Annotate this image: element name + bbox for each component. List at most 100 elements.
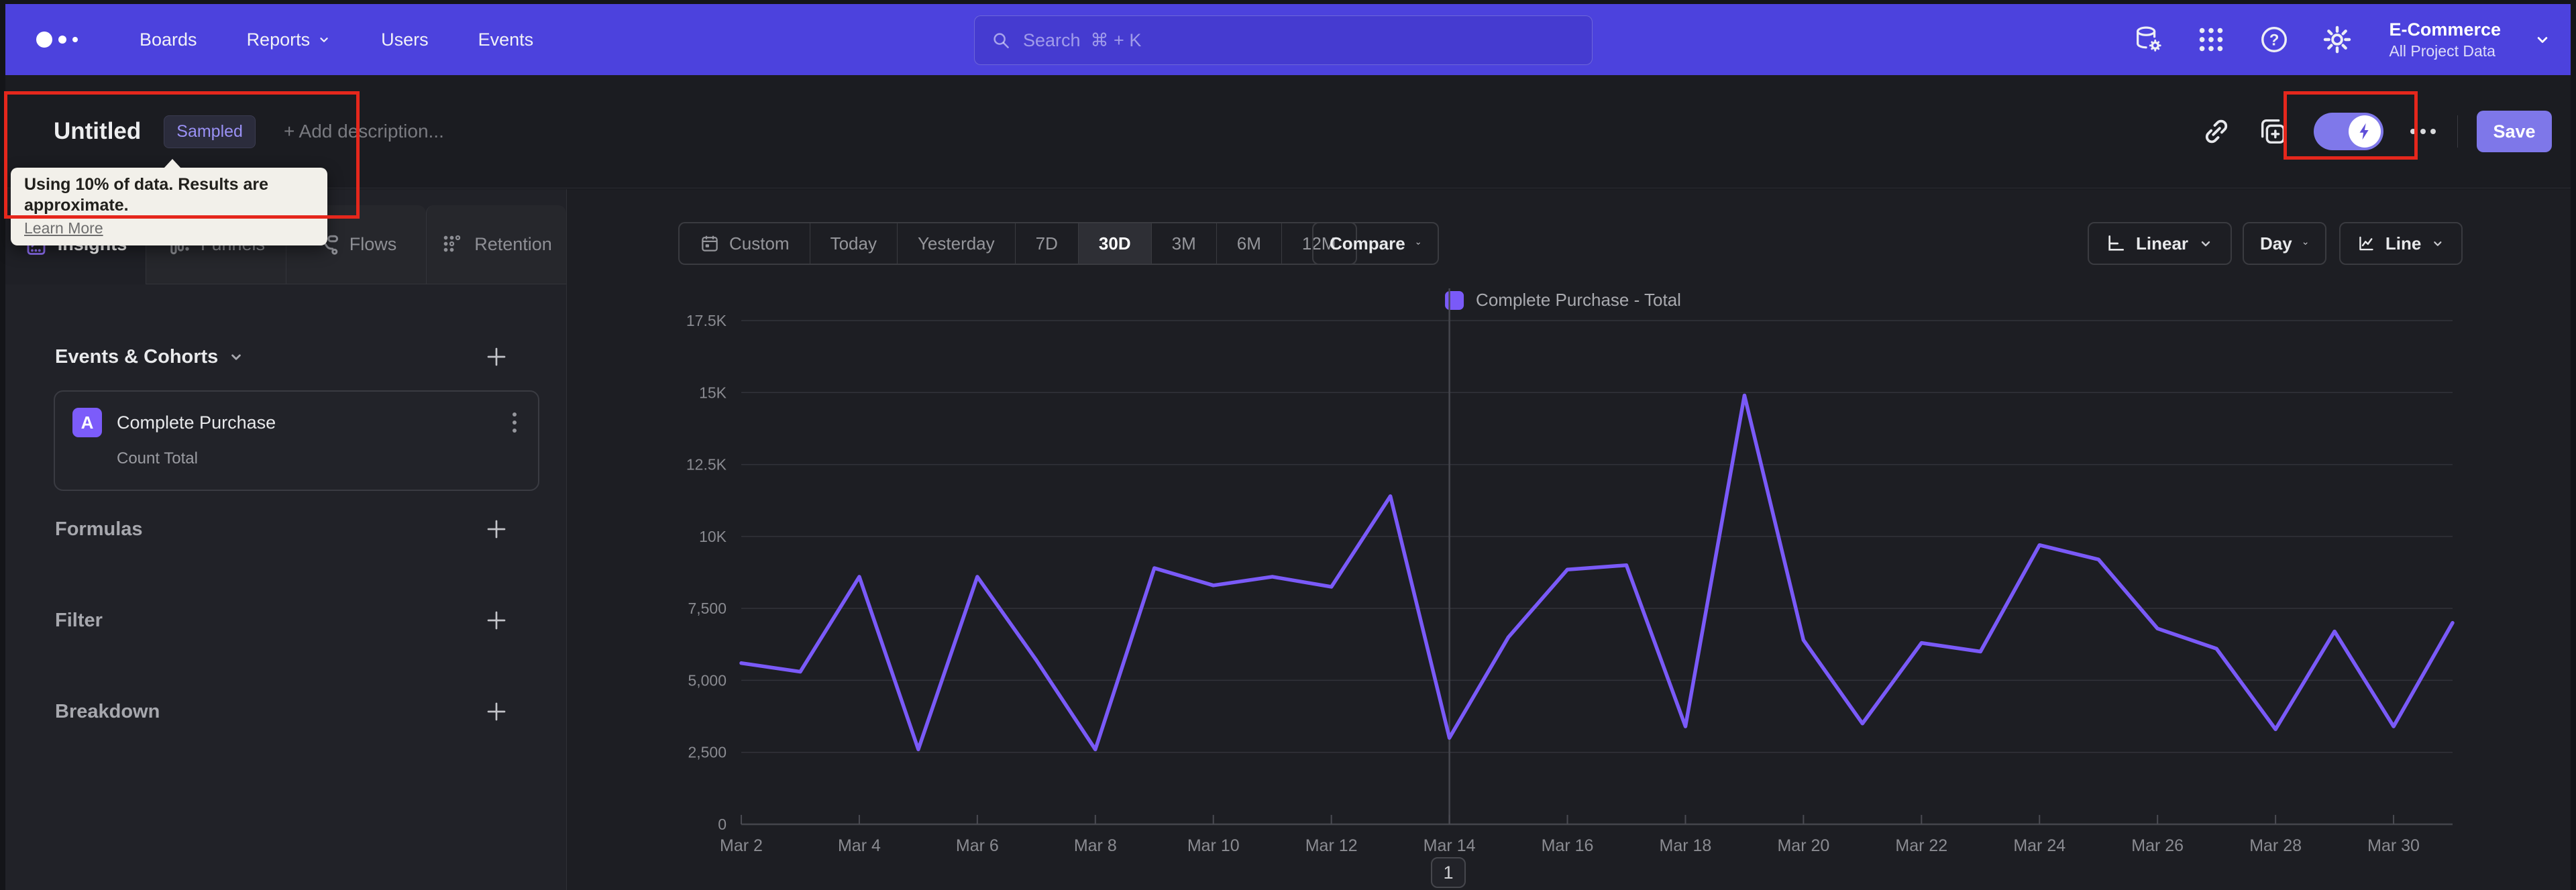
add-to-board-icon[interactable] xyxy=(2257,116,2288,147)
svg-text:Mar 20: Mar 20 xyxy=(1777,836,1829,855)
add-filter-button[interactable] xyxy=(484,608,508,632)
range-3m[interactable]: 3M xyxy=(1150,223,1216,264)
report-title[interactable]: Untitled xyxy=(54,118,141,145)
svg-text:Mar 4: Mar 4 xyxy=(838,836,881,855)
settings-gear-icon[interactable] xyxy=(2322,24,2353,55)
range-label: Yesterday xyxy=(917,233,995,254)
svg-text:Mar 10: Mar 10 xyxy=(1187,836,1240,855)
help-icon[interactable]: ? xyxy=(2259,24,2290,55)
project-scope: All Project Data xyxy=(2389,42,2496,60)
svg-text:5,000: 5,000 xyxy=(688,671,727,689)
copy-link-icon[interactable] xyxy=(2201,116,2232,147)
chevron-down-icon xyxy=(2201,241,2210,247)
logo-dot xyxy=(58,36,66,44)
tab-retention[interactable]: Retention xyxy=(426,205,566,284)
svg-text:Mar 8: Mar 8 xyxy=(1074,836,1117,855)
range-7d[interactable]: 7D xyxy=(1014,223,1078,264)
add-formulas-button[interactable] xyxy=(484,517,508,541)
svg-text:Mar 18: Mar 18 xyxy=(1660,836,1712,855)
svg-text:Mar 26: Mar 26 xyxy=(2131,836,2184,855)
divider xyxy=(2457,115,2458,148)
section-label: Breakdown xyxy=(55,700,160,722)
tab-label: Retention xyxy=(474,234,552,254)
sampling-toggle[interactable] xyxy=(2314,113,2383,150)
range-label: Custom xyxy=(729,233,790,254)
svg-text:Mar 22: Mar 22 xyxy=(1895,836,1947,855)
range-label: 6M xyxy=(1236,233,1261,254)
add-description[interactable]: + Add description... xyxy=(284,121,444,142)
mixpanel-logo-icon[interactable] xyxy=(36,32,78,48)
chevron-down-icon[interactable] xyxy=(2533,30,2552,49)
nav-item-reports[interactable]: Reports xyxy=(247,30,332,50)
linear-scale-icon xyxy=(2108,235,2124,251)
save-button[interactable]: Save xyxy=(2477,111,2552,152)
nav-item-boards[interactable]: Boards xyxy=(140,30,197,50)
range-label: 3M xyxy=(1171,233,1196,254)
event-letter-badge: A xyxy=(72,408,102,437)
range-6m[interactable]: 6M xyxy=(1216,223,1281,264)
lightning-bolt-icon xyxy=(2359,123,2369,140)
range-30d[interactable]: 30D xyxy=(1077,223,1151,264)
nav-menu: Boards Reports Users Events xyxy=(140,30,533,50)
event-menu-button[interactable] xyxy=(508,408,521,437)
section-formulas: Formulas xyxy=(55,515,508,543)
svg-text:Mar 16: Mar 16 xyxy=(1542,836,1594,855)
interval-dropdown[interactable]: Day xyxy=(2243,222,2326,265)
events-cohorts-header: Events & Cohorts xyxy=(55,345,508,369)
more-options-button[interactable] xyxy=(2408,122,2438,141)
svg-text:2,500: 2,500 xyxy=(688,744,727,761)
chart-type-dropdown[interactable]: Line xyxy=(2339,222,2463,265)
calendar-icon xyxy=(700,233,720,254)
chevron-down-icon[interactable] xyxy=(227,348,245,366)
line-chart[interactable]: 0 2,500 5,000 7,500 10K 12.5K 15K 17.5K Mar 2 Mar… xyxy=(567,275,2571,890)
event-name[interactable]: Complete Purchase xyxy=(117,412,276,433)
add-event-button[interactable] xyxy=(484,345,508,369)
logo-dot xyxy=(72,37,78,42)
range-yesterday[interactable]: Yesterday xyxy=(896,223,1015,264)
section-label: Filter xyxy=(55,609,103,631)
apps-grid-icon[interactable] xyxy=(2196,24,2226,55)
sampled-badge[interactable]: Sampled xyxy=(164,115,256,148)
line-chart-icon xyxy=(2359,236,2373,251)
event-card-row: A Complete Purchase xyxy=(55,392,538,437)
nav-item-label: Users xyxy=(381,29,429,50)
report-actions: Save xyxy=(2201,111,2552,152)
add-breakdown-button[interactable] xyxy=(484,700,508,724)
tab-label: Flows xyxy=(349,234,397,254)
pagination-badge[interactable]: 1 xyxy=(1431,857,1466,888)
events-cohorts-label[interactable]: Events & Cohorts xyxy=(55,346,218,368)
learn-more-link[interactable]: Learn More xyxy=(24,219,103,237)
sampling-tooltip: Using 10% of data. Results are approxima… xyxy=(11,159,327,245)
svg-text:Mar 12: Mar 12 xyxy=(1305,836,1358,855)
date-range-control: Custom Today Yesterday 7D 30D 3M 6M 12M xyxy=(678,222,1358,265)
scale-label: Linear xyxy=(2136,233,2189,254)
global-search[interactable] xyxy=(974,15,1593,65)
range-custom[interactable]: Custom xyxy=(680,223,810,264)
chevron-down-icon xyxy=(2303,242,2308,245)
svg-text:0: 0 xyxy=(718,816,727,833)
interval-label: Day xyxy=(2260,233,2292,254)
svg-text:Mar 6: Mar 6 xyxy=(956,836,999,855)
scale-dropdown[interactable]: Linear xyxy=(2088,222,2232,265)
nav-item-events[interactable]: Events xyxy=(478,30,534,50)
event-card[interactable]: A Complete Purchase Count Total xyxy=(54,390,539,491)
search-input[interactable] xyxy=(1023,30,1576,51)
svg-text:17.5K: 17.5K xyxy=(686,312,727,329)
chart-type-label: Line xyxy=(2385,233,2422,254)
compare-button[interactable]: Compare xyxy=(1312,222,1439,265)
project-switcher[interactable]: E-Commerce All Project Data xyxy=(2389,19,2501,61)
top-nav-bar: Boards Reports Users Events ? xyxy=(5,4,2571,75)
nav-item-label: Reports xyxy=(246,29,311,50)
svg-text:Mar 28: Mar 28 xyxy=(2249,836,2302,855)
report-header: Untitled Sampled + Add description... Sa… xyxy=(5,75,2571,188)
logo-dot xyxy=(36,32,52,48)
event-metric[interactable]: Count Total xyxy=(117,449,538,468)
data-management-icon[interactable] xyxy=(2133,24,2163,55)
query-builder-sidebar: InsightsFunnelsFlowsRetention Events & C… xyxy=(5,189,567,890)
tooltip-text: Using 10% of data. Results are approxima… xyxy=(24,175,269,215)
range-today[interactable]: Today xyxy=(809,223,897,264)
range-label: 7D xyxy=(1035,233,1058,254)
section-breakdown: Breakdown xyxy=(55,698,508,726)
section-label: Formulas xyxy=(55,518,143,540)
nav-item-users[interactable]: Users xyxy=(381,30,429,50)
